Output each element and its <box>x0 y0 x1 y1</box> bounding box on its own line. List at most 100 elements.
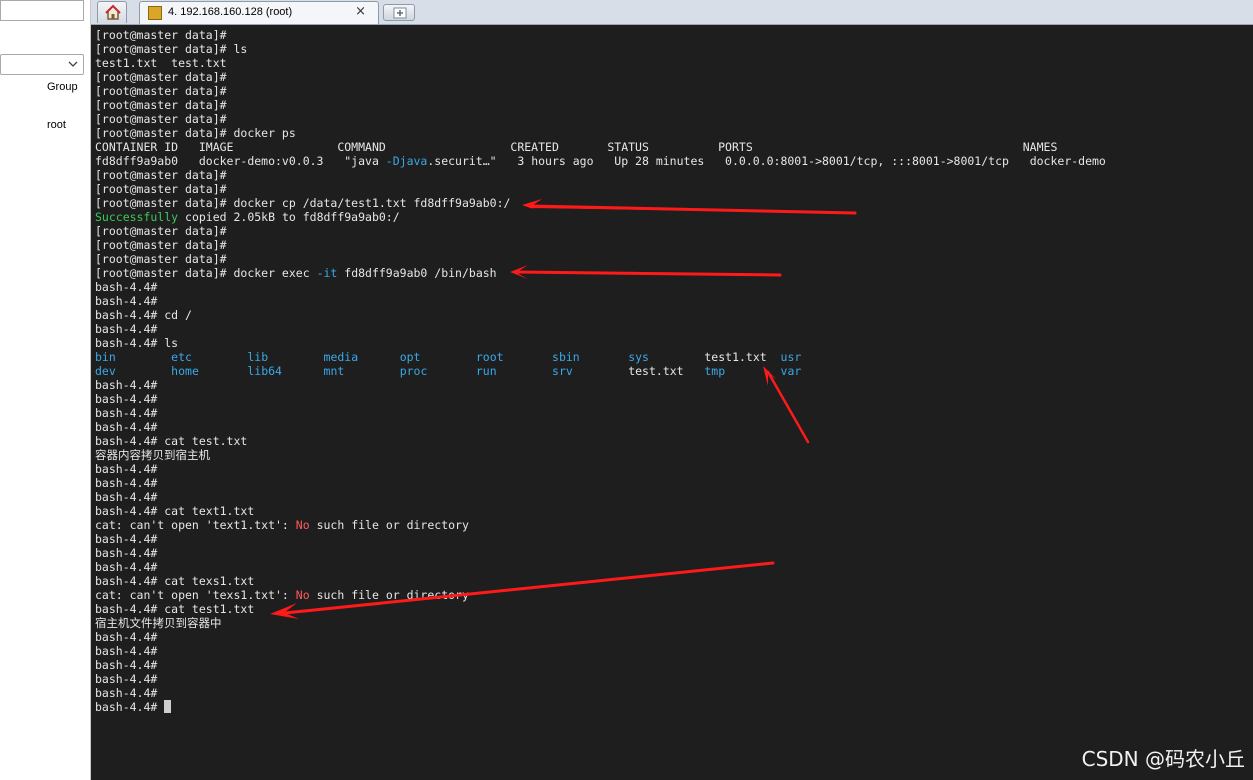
terminal-text: bash-4.4# cat text1.txt <box>95 504 255 518</box>
terminal-line: bash-4.4# cd / <box>95 308 1106 322</box>
terminal-text: 容器内容拷贝到宿主机 <box>95 448 210 462</box>
home-tab[interactable] <box>97 1 127 23</box>
tab-bar: 4. 192.168.160.128 (root) × <box>91 0 1253 25</box>
terminal-line: cat: can't open 'text1.txt': No such fil… <box>95 518 1106 532</box>
terminal-line: test1.txt test.txt <box>95 56 1106 70</box>
terminal-text: cat: can't open 'text1.txt': <box>95 518 296 532</box>
terminal-text: var <box>780 364 802 378</box>
terminal-text: lib <box>247 350 269 364</box>
terminal-output[interactable]: [root@master data]# [root@master data]# l… <box>91 25 1253 780</box>
terminal-line: 容器内容拷贝到宿主机 <box>95 448 1106 462</box>
terminal-line: cat: can't open 'texs1.txt': No such fil… <box>95 588 1106 602</box>
terminal-text: [root@master data]# <box>95 70 227 84</box>
terminal-text: bash-4.4# <box>95 322 158 336</box>
terminal-text: bash-4.4# <box>95 490 158 504</box>
new-tab-button[interactable] <box>383 4 415 21</box>
terminal-text: [root@master data]# docker ps <box>95 126 296 140</box>
terminal-text: [root@master data]# <box>95 98 227 112</box>
terminal-text: sys <box>628 350 649 364</box>
terminal-text: bash-4.4# <box>95 658 158 672</box>
terminal-text: [root@master data]# ls <box>95 42 248 56</box>
terminal-line: [root@master data]# <box>95 28 1106 42</box>
terminal-line: dev home lib64 mnt proc run srv test.txt… <box>95 364 1106 378</box>
terminal-line: bash-4.4# <box>95 686 1106 700</box>
terminal-text: bash-4.4# cat test1.txt <box>95 602 255 616</box>
home-icon <box>105 4 121 20</box>
terminal-line: [root@master data]# <box>95 224 1106 238</box>
terminal-text: dev <box>95 364 116 378</box>
terminal-line: [root@master data]# <box>95 84 1106 98</box>
terminal-line: bash-4.4# <box>95 476 1106 490</box>
terminal-line: [root@master data]# <box>95 70 1106 84</box>
terminal-text: -Djava <box>385 154 428 168</box>
terminal-text: such file or directory <box>309 518 469 532</box>
terminal-text: [root@master data]# <box>95 182 227 196</box>
terminal-line: bash-4.4# <box>95 532 1106 546</box>
terminal-text: media <box>323 350 359 364</box>
terminal-text: opt <box>399 350 421 364</box>
terminal-text: bash-4.4# <box>95 476 158 490</box>
terminal-line: bash-4.4# <box>95 322 1106 336</box>
terminal-text: .securit…" 3 hours ago Up 28 minutes 0.0… <box>427 154 1106 168</box>
terminal-text: bash-4.4# <box>95 546 158 560</box>
terminal-text: [root@master data]# docker cp /data/test… <box>95 196 511 210</box>
terminal-text: bin <box>95 350 116 364</box>
terminal-text: lib64 <box>247 364 282 378</box>
terminal-line: [root@master data]# <box>95 168 1106 182</box>
terminal-text: -it <box>316 266 338 280</box>
terminal-text: bash-4.4# <box>95 672 158 686</box>
terminal-text: [root@master data]# docker exec <box>95 266 317 280</box>
close-icon[interactable]: × <box>355 4 366 19</box>
session-filter-select[interactable] <box>0 54 84 75</box>
terminal-text: bash-4.4# ls <box>95 336 179 350</box>
terminal-text: bash-4.4# <box>95 406 158 420</box>
terminal-text: bash-4.4# <box>95 378 158 392</box>
terminal-line: bash-4.4# <box>95 406 1106 420</box>
terminal-text: test.txt <box>572 364 705 378</box>
terminal-text: bash-4.4# <box>95 280 158 294</box>
terminal-line: [root@master data]# docker ps <box>95 126 1106 140</box>
terminal-text: usr <box>780 350 802 364</box>
terminal-line: bash-4.4# <box>95 490 1106 504</box>
tab-session-label: 4. 192.168.160.128 (root) <box>168 6 293 18</box>
terminal-line: bash-4.4# <box>95 378 1106 392</box>
terminal-line: bash-4.4# <box>95 462 1106 476</box>
tab-session[interactable]: 4. 192.168.160.128 (root) × <box>139 1 379 24</box>
terminal-text: bash-4.4# <box>95 532 158 546</box>
terminal-text: bash-4.4# <box>95 560 158 574</box>
terminal-line: [root@master data]# docker exec -it fd8d… <box>95 266 1106 280</box>
terminal-text: [root@master data]# <box>95 28 227 42</box>
terminal-line: bash-4.4# cat text1.txt <box>95 504 1106 518</box>
terminal-line: bash-4.4# <box>95 630 1106 644</box>
terminal-line: bin etc lib media opt root sbin sys test… <box>95 350 1106 364</box>
terminal-line: bash-4.4# <box>95 644 1106 658</box>
session-search-input[interactable] <box>0 0 84 21</box>
terminal-text: sbin <box>552 350 580 364</box>
terminal-text: bash-4.4# cat texs1.txt <box>95 574 255 588</box>
terminal-line: bash-4.4# <box>95 546 1106 560</box>
session-group-root[interactable]: root <box>47 119 66 131</box>
terminal-text: bash-4.4# <box>95 630 158 644</box>
terminal-line: [root@master data]# <box>95 238 1106 252</box>
terminal-line: [root@master data]# <box>95 182 1106 196</box>
terminal-line: bash-4.4# <box>95 392 1106 406</box>
terminal-text: bash-4.4# cd / <box>95 308 192 322</box>
terminal-text: proc <box>399 364 428 378</box>
terminal-text: tmp <box>704 364 726 378</box>
terminal-line: fd8dff9a9ab0 docker-demo:v0.0.3 "java -D… <box>95 154 1106 168</box>
group-column-label: Group <box>47 81 78 93</box>
terminal-text: Successfully <box>95 210 179 224</box>
terminal-text: bash-4.4# <box>95 462 158 476</box>
terminal-lines: [root@master data]# [root@master data]# l… <box>95 28 1106 714</box>
terminal-text: No <box>295 518 310 532</box>
